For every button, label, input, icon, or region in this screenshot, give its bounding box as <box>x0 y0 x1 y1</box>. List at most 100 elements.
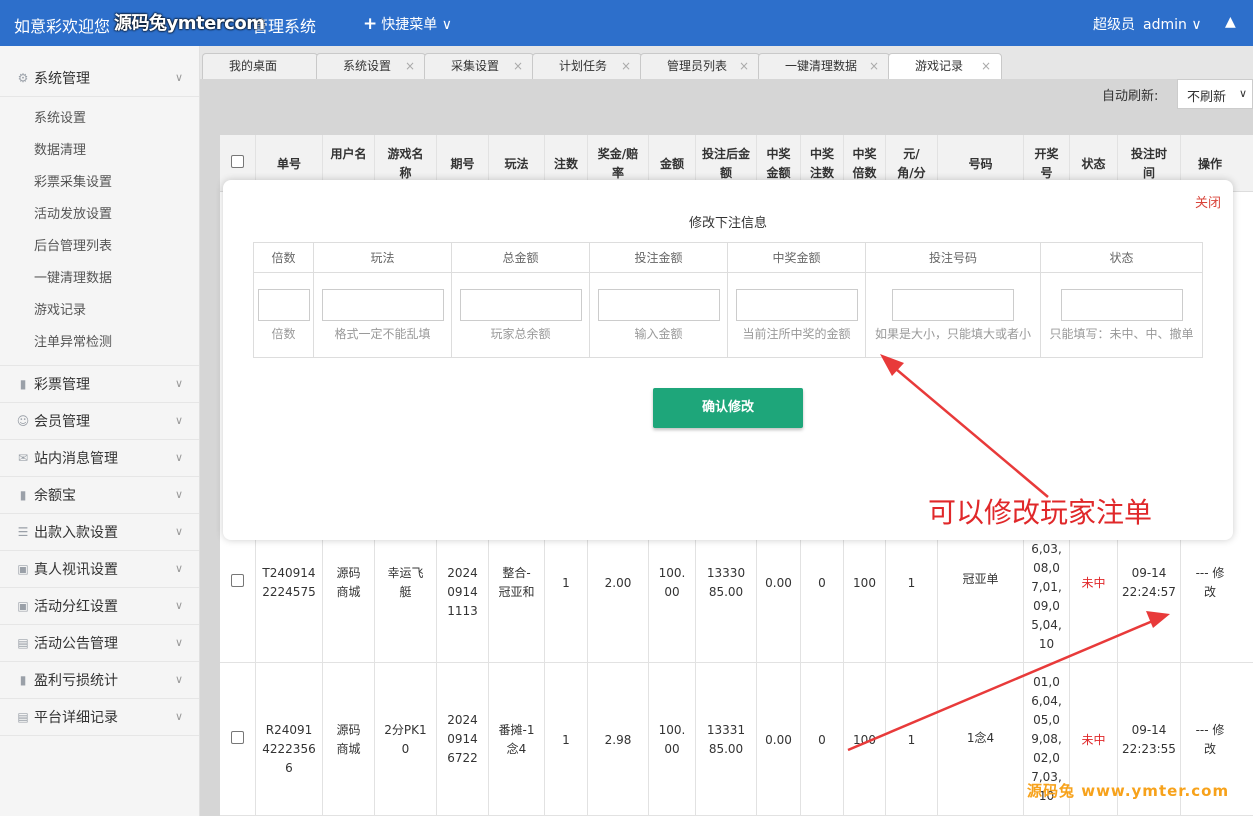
tab-system-settings[interactable]: 系统设置 × <box>316 53 426 79</box>
tab-label: 游戏记录 <box>915 59 964 73</box>
tab-collect-settings[interactable]: 采集设置 × <box>424 53 534 79</box>
sidebar-item-one-click-clean[interactable]: 一键清理数据 <box>0 263 199 295</box>
theme-shirt-icon[interactable]: ▲ <box>1225 14 1236 30</box>
win-amount-input[interactable] <box>736 289 858 321</box>
tab-game-records[interactable]: 游戏记录 × <box>888 53 1002 79</box>
close-icon[interactable]: × <box>739 54 749 78</box>
odds: 2.00 <box>588 540 649 663</box>
sidebar-item-admin-list[interactable]: 后台管理列表 <box>0 231 199 263</box>
sidebar: ⚙ 系统管理 ∨ 系统设置 数据清理 彩票采集设置 活动发放设置 后台管理列表 … <box>0 46 200 816</box>
close-icon[interactable]: × <box>513 54 523 78</box>
chevron-down-icon: ∨ <box>441 17 452 33</box>
amount: 100.00 <box>649 540 696 663</box>
gift-icon: ▣ <box>17 599 29 613</box>
sidebar-group-profit-loss[interactable]: ▮ 盈利亏损统计 ∨ <box>0 662 199 699</box>
chevron-down-icon: ∨ <box>174 377 183 390</box>
chevron-down-icon: ∨ <box>174 488 183 501</box>
confirm-edit-button[interactable]: 确认修改 <box>653 388 803 428</box>
order-no: R2409142223566 <box>256 663 323 816</box>
edit-bet-modal: 关闭 修改下注信息 倍数 倍数 玩法 格式一定不能乱填 总金额 玩家总余额 投注… <box>223 180 1233 540</box>
issue-no: 202409146722 <box>437 663 489 816</box>
bet-number-input[interactable] <box>892 289 1014 321</box>
field-header: 倍数 <box>254 243 313 273</box>
win-amount: 0.00 <box>757 663 801 816</box>
sidebar-item-data-clean[interactable]: 数据清理 <box>0 135 199 167</box>
tab-admin-list[interactable]: 管理员列表 × <box>640 53 760 79</box>
sidebar-item-activity-payout[interactable]: 活动发放设置 <box>0 199 199 231</box>
play-type: 番摊-1念4 <box>489 663 545 816</box>
unit: 1 <box>886 663 938 816</box>
system-submenu: 系统设置 数据清理 彩票采集设置 活动发放设置 后台管理列表 一键清理数据 游戏… <box>0 97 199 366</box>
user-name: 源码商城 <box>323 540 375 663</box>
user-menu[interactable]: 超级员 admin ∨ <box>1093 14 1202 34</box>
sidebar-item-system-settings[interactable]: 系统设置 <box>0 103 199 135</box>
total-amount-input[interactable] <box>460 289 582 321</box>
tab-desktop[interactable]: 我的桌面 <box>202 53 318 79</box>
doc-icon: ▤ <box>17 710 29 724</box>
sidebar-group-label: 余额宝 <box>34 488 76 504</box>
tab-label: 采集设置 <box>451 59 500 73</box>
sidebar-group-dividend[interactable]: ▣ 活动分红设置 ∨ <box>0 588 199 625</box>
row-checkbox[interactable] <box>220 663 256 816</box>
field-header: 状态 <box>1041 243 1202 273</box>
close-icon[interactable]: × <box>869 54 879 78</box>
bet-amount-input[interactable] <box>598 289 720 321</box>
annotation-text: 可以修改玩家注单 <box>928 496 1153 529</box>
close-icon[interactable]: × <box>981 54 991 78</box>
status-input[interactable] <box>1061 289 1183 321</box>
tab-one-click-clean[interactable]: 一键清理数据 × <box>758 53 890 79</box>
tab-scheduled-tasks[interactable]: 计划任务 × <box>532 53 642 79</box>
auto-refresh-label: 自动刷新: <box>1102 89 1159 104</box>
sidebar-group-announcements[interactable]: ▤ 活动公告管理 ∨ <box>0 625 199 662</box>
field-header: 总金额 <box>452 243 589 273</box>
edit-bet-form: 倍数 倍数 玩法 格式一定不能乱填 总金额 玩家总余额 投注金额 输入金额 中奖… <box>253 242 1203 358</box>
sidebar-group-system[interactable]: ⚙ 系统管理 ∨ <box>0 60 199 97</box>
sidebar-group-payments[interactable]: ☰ 出款入款设置 ∨ <box>0 514 199 551</box>
sidebar-group-platform-records[interactable]: ▤ 平台详细记录 ∨ <box>0 699 199 736</box>
field-win-amount: 中奖金额 当前注所中奖的金额 <box>728 243 866 357</box>
quick-menu-button[interactable]: + 快捷菜单 ∨ <box>363 14 452 34</box>
sidebar-item-bet-anomaly[interactable]: 注单异常检测 <box>0 327 199 359</box>
doc-icon: ▤ <box>17 636 29 650</box>
sidebar-group-members[interactable]: ☺ 会员管理 ∨ <box>0 403 199 440</box>
modal-close-button[interactable]: 关闭 <box>1195 192 1221 211</box>
sidebar-group-label: 彩票管理 <box>34 377 90 393</box>
field-header: 玩法 <box>314 243 451 273</box>
chevron-down-icon: ∨ <box>174 414 183 427</box>
after-amount: 1333085.00 <box>696 540 757 663</box>
sidebar-group-label: 系统管理 <box>34 71 90 87</box>
field-hint: 输入金额 <box>634 327 683 341</box>
tab-bar: 我的桌面 系统设置 × 采集设置 × 计划任务 × 管理员列表 × 一键清理数据 × 游戏… <box>200 46 1253 79</box>
modal-title: 修改下注信息 <box>688 216 767 231</box>
close-icon[interactable]: × <box>621 54 631 78</box>
sidebar-group-lottery[interactable]: ▮ 彩票管理 ∨ <box>0 366 199 403</box>
play-type: 整合-冠亚和 <box>489 540 545 663</box>
sidebar-group-yuebao[interactable]: ▮ 余额宝 ∨ <box>0 477 199 514</box>
username: admin <box>1143 17 1187 33</box>
multiplier-input[interactable] <box>258 289 310 321</box>
bet-count: 1 <box>545 540 588 663</box>
play-input[interactable] <box>322 289 444 321</box>
edit-action-link[interactable]: --- 修改 <box>1181 540 1239 663</box>
field-hint: 当前注所中奖的金额 <box>742 327 851 341</box>
chevron-down-icon: ∨ <box>174 599 183 612</box>
win-count: 0 <box>801 663 844 816</box>
sidebar-group-label: 活动分红设置 <box>34 599 118 615</box>
sidebar-group-live-video[interactable]: ▣ 真人视讯设置 ∨ <box>0 551 199 588</box>
chevron-down-icon: ∨ <box>174 71 183 84</box>
sidebar-item-game-records[interactable]: 游戏记录 <box>0 295 199 327</box>
row-checkbox[interactable] <box>220 540 256 663</box>
bet-time: 09-14 22:24:57 <box>1118 540 1181 663</box>
title-prefix: 如意彩欢迎您 <box>14 17 111 36</box>
field-bet-number: 投注号码 如果是大小，只能填大或者小 <box>866 243 1041 357</box>
sidebar-group-messages[interactable]: ✉ 站内消息管理 ∨ <box>0 440 199 477</box>
auto-refresh-select[interactable]: 不刷新 ∨ <box>1177 79 1253 109</box>
chevron-down-icon: ∨ <box>1238 87 1247 100</box>
mail-icon: ✉ <box>17 451 29 465</box>
top-header: 如意彩欢迎您 管理系统 源码兔ymtercom + 快捷菜单 ∨ 超级员 admin … <box>0 0 1253 46</box>
sidebar-item-lottery-collect[interactable]: 彩票采集设置 <box>0 167 199 199</box>
auto-refresh-value: 不刷新 <box>1187 90 1227 105</box>
game-name: 2分PK10 <box>375 663 437 816</box>
close-icon[interactable]: × <box>405 54 415 78</box>
win-multi: 100 <box>844 663 886 816</box>
